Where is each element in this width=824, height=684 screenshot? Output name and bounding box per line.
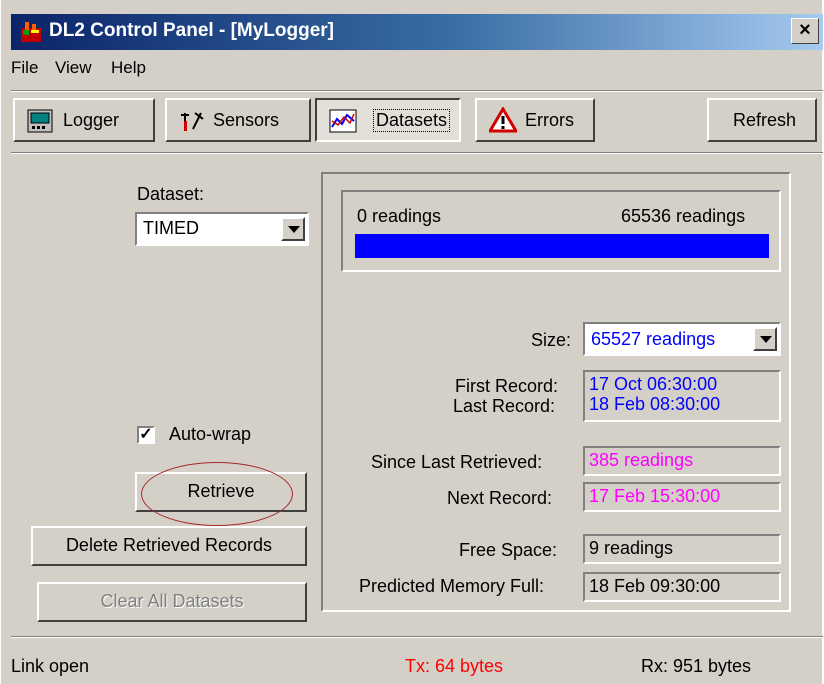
menu-separator [11, 90, 823, 92]
autowrap-checkbox[interactable]: ✓ [137, 426, 155, 444]
logger-label: Logger [63, 110, 120, 130]
datasets-icon [329, 109, 357, 133]
last-record-label: Last Record: [453, 396, 556, 416]
delete-retrieved-button[interactable]: Delete Retrieved Records [31, 526, 307, 566]
menu-file[interactable]: File [11, 58, 38, 78]
sensors-label: Sensors [213, 110, 280, 130]
memory-progress-bar [355, 234, 769, 258]
progress-fill [355, 234, 769, 258]
progress-min-label: 0 readings [357, 206, 442, 226]
refresh-label: Refresh [733, 110, 797, 130]
logger-icon [27, 109, 53, 133]
menu-view[interactable]: View [55, 58, 92, 78]
status-link: Link open [11, 656, 90, 676]
logger-tab-button[interactable]: Logger [13, 98, 155, 142]
errors-tab-button[interactable]: Errors [475, 98, 595, 142]
first-record-value: 17 Oct 06:30:00 [589, 374, 718, 394]
predicted-memory-full-value: 18 Feb 09:30:00 [583, 572, 781, 602]
size-label: Size: [531, 330, 572, 350]
status-rx: Rx: 951 bytes [641, 656, 752, 676]
app-icon [21, 22, 41, 42]
free-space-value: 9 readings [583, 534, 781, 564]
menu-help[interactable]: Help [111, 58, 146, 78]
size-select[interactable]: 65527 readings [583, 322, 781, 356]
dataset-selected-value: TIMED [143, 218, 199, 238]
progress-frame [341, 190, 781, 272]
size-value: 65527 readings [591, 329, 716, 349]
sensors-icon [181, 112, 204, 131]
dataset-select[interactable]: TIMED [135, 212, 309, 246]
refresh-button[interactable]: Refresh [707, 98, 817, 142]
since-last-retrieved-value: 385 readings [583, 446, 781, 476]
errors-label: Errors [525, 110, 574, 130]
clear-all-datasets-button: Clear All Datasets [37, 582, 307, 622]
sensors-tab-button[interactable]: Sensors [165, 98, 311, 142]
next-record-label: Next Record: [447, 488, 553, 508]
status-tx: Tx: 64 bytes [405, 656, 504, 676]
progress-max-label: 65536 readings [621, 206, 746, 226]
close-button[interactable]: × [791, 18, 819, 44]
datasets-tab-button[interactable]: Datasets [315, 98, 461, 142]
app-window: DL2 Control Panel - [MyLogger] × File Vi… [0, 0, 823, 684]
datasets-label: Datasets [373, 109, 451, 132]
toolbar-separator [11, 152, 823, 154]
last-record-value: 18 Feb 08:30:00 [589, 394, 721, 414]
dataset-label: Dataset: [137, 184, 205, 204]
autowrap-label: Auto-wrap [169, 424, 252, 444]
chevron-down-icon[interactable] [753, 327, 777, 351]
next-record-value: 17 Feb 15:30:00 [583, 482, 781, 512]
first-record-label: First Record: [455, 376, 559, 396]
window-title: DL2 Control Panel - [MyLogger] [49, 20, 334, 41]
statusbar-separator [11, 636, 823, 638]
title-bar[interactable]: DL2 Control Panel - [MyLogger] × [11, 14, 823, 50]
retrieve-highlight-ellipse [141, 462, 293, 526]
chevron-down-icon[interactable] [281, 217, 305, 241]
warning-icon [489, 107, 517, 133]
record-range-field: 17 Oct 06:30:00 18 Feb 08:30:00 [583, 370, 781, 422]
since-last-retrieved-label: Since Last Retrieved: [371, 452, 543, 472]
predicted-memory-full-label: Predicted Memory Full: [359, 576, 545, 596]
free-space-label: Free Space: [459, 540, 558, 560]
